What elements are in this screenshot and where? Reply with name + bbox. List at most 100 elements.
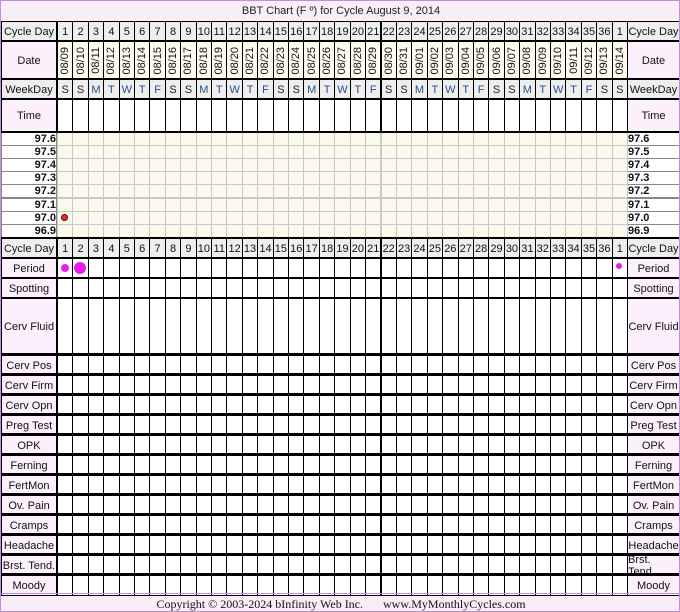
temp-cell[interactable] [503,145,521,160]
temp-cell[interactable] [565,145,582,160]
period-cell[interactable] [211,258,228,279]
cerv-fluid-cell[interactable] [596,298,613,356]
temp-cell[interactable] [211,145,228,160]
temp-cell[interactable] [57,223,74,238]
site-link[interactable]: www.MyMonthlyCycles.com [383,597,526,612]
temp-cell[interactable] [87,197,105,212]
temp-cell[interactable] [318,223,336,238]
temp-cell[interactable] [534,184,551,199]
temp-cell[interactable] [349,210,367,225]
temp-cell[interactable] [318,145,336,160]
temp-cell[interactable] [488,171,505,186]
temp-cell[interactable] [72,145,89,160]
temp-cell[interactable] [180,132,197,147]
time-cell[interactable] [488,99,505,133]
period-cell[interactable] [164,258,182,279]
cerv-fluid-cell[interactable] [611,298,628,356]
temp-cell[interactable] [596,132,613,147]
cerv-fluid-cell[interactable] [488,298,505,356]
temp-cell[interactable] [442,184,459,199]
temp-cell[interactable] [395,223,413,238]
temp-cell[interactable] [580,210,598,225]
temp-cell[interactable] [611,210,628,225]
temp-cell[interactable] [380,184,397,199]
spotting-cell[interactable] [565,278,582,299]
temp-cell[interactable] [211,158,228,173]
temp-cell[interactable] [611,184,628,199]
temp-cell[interactable] [534,158,551,173]
time-cell[interactable] [180,99,197,133]
spotting-cell[interactable] [241,278,259,299]
temp-cell[interactable] [180,158,197,173]
spotting-cell[interactable] [303,278,320,299]
temp-cell[interactable] [380,132,397,147]
cerv-fluid-cell[interactable] [519,298,536,356]
period-cell[interactable] [103,258,120,279]
temp-cell[interactable] [72,132,89,147]
time-cell[interactable] [57,99,74,133]
temp-cell[interactable] [195,158,213,173]
temp-cell[interactable] [534,145,551,160]
temp-cell[interactable] [134,223,151,238]
temp-cell[interactable] [211,132,228,147]
cerv-fluid-cell[interactable] [334,298,351,356]
cerv-fluid-cell[interactable] [395,298,413,356]
temp-cell[interactable] [103,197,120,212]
temp-cell[interactable] [395,210,413,225]
temp-cell[interactable] [611,197,628,212]
temp-cell[interactable] [72,171,89,186]
temp-cell[interactable] [241,171,259,186]
temp-cell[interactable] [426,171,444,186]
time-cell[interactable] [241,99,259,133]
temp-cell[interactable] [195,132,213,147]
temp-cell[interactable] [519,145,536,160]
temp-cell[interactable] [195,184,213,199]
temp-cell[interactable] [118,158,135,173]
temp-cell[interactable] [257,158,274,173]
temp-cell[interactable] [303,223,320,238]
temp-cell[interactable] [426,210,444,225]
temp-cell[interactable] [149,132,166,147]
temp-cell[interactable] [503,197,521,212]
temp-cell[interactable] [334,184,351,199]
temp-cell[interactable] [488,197,505,212]
spotting-cell[interactable] [149,278,166,299]
period-cell[interactable] [118,258,135,279]
temp-cell[interactable] [195,145,213,160]
cerv-fluid-cell[interactable] [103,298,120,356]
temp-cell[interactable] [395,197,413,212]
time-cell[interactable] [72,99,89,133]
period-cell[interactable] [226,258,243,279]
temp-cell[interactable] [103,210,120,225]
temp-cell[interactable] [549,210,567,225]
temp-cell[interactable] [365,210,382,225]
temp-cell[interactable] [411,158,428,173]
temp-cell[interactable] [72,158,89,173]
spotting-cell[interactable] [549,278,567,299]
time-cell[interactable] [426,99,444,133]
temp-cell[interactable] [611,171,628,186]
temp-cell[interactable] [395,132,413,147]
temp-cell[interactable] [318,171,336,186]
temp-cell[interactable] [534,197,551,212]
temp-cell[interactable] [457,184,474,199]
temp-cell[interactable] [457,158,474,173]
temp-cell[interactable] [334,158,351,173]
temp-cell[interactable] [596,210,613,225]
cerv-fluid-cell[interactable] [472,298,490,356]
temp-cell[interactable] [565,158,582,173]
temp-cell[interactable] [611,223,628,238]
temp-cell[interactable] [103,132,120,147]
period-cell[interactable] [565,258,582,279]
temp-cell[interactable] [164,210,182,225]
spotting-cell[interactable] [395,278,413,299]
temp-cell[interactable] [549,145,567,160]
time-cell[interactable] [365,99,382,133]
temp-cell[interactable] [288,210,305,225]
temp-cell[interactable] [395,145,413,160]
temp-cell[interactable] [57,184,74,199]
cerv-fluid-cell[interactable] [380,298,397,356]
temp-cell[interactable] [288,184,305,199]
period-cell[interactable] [365,258,382,279]
temp-cell[interactable] [488,223,505,238]
